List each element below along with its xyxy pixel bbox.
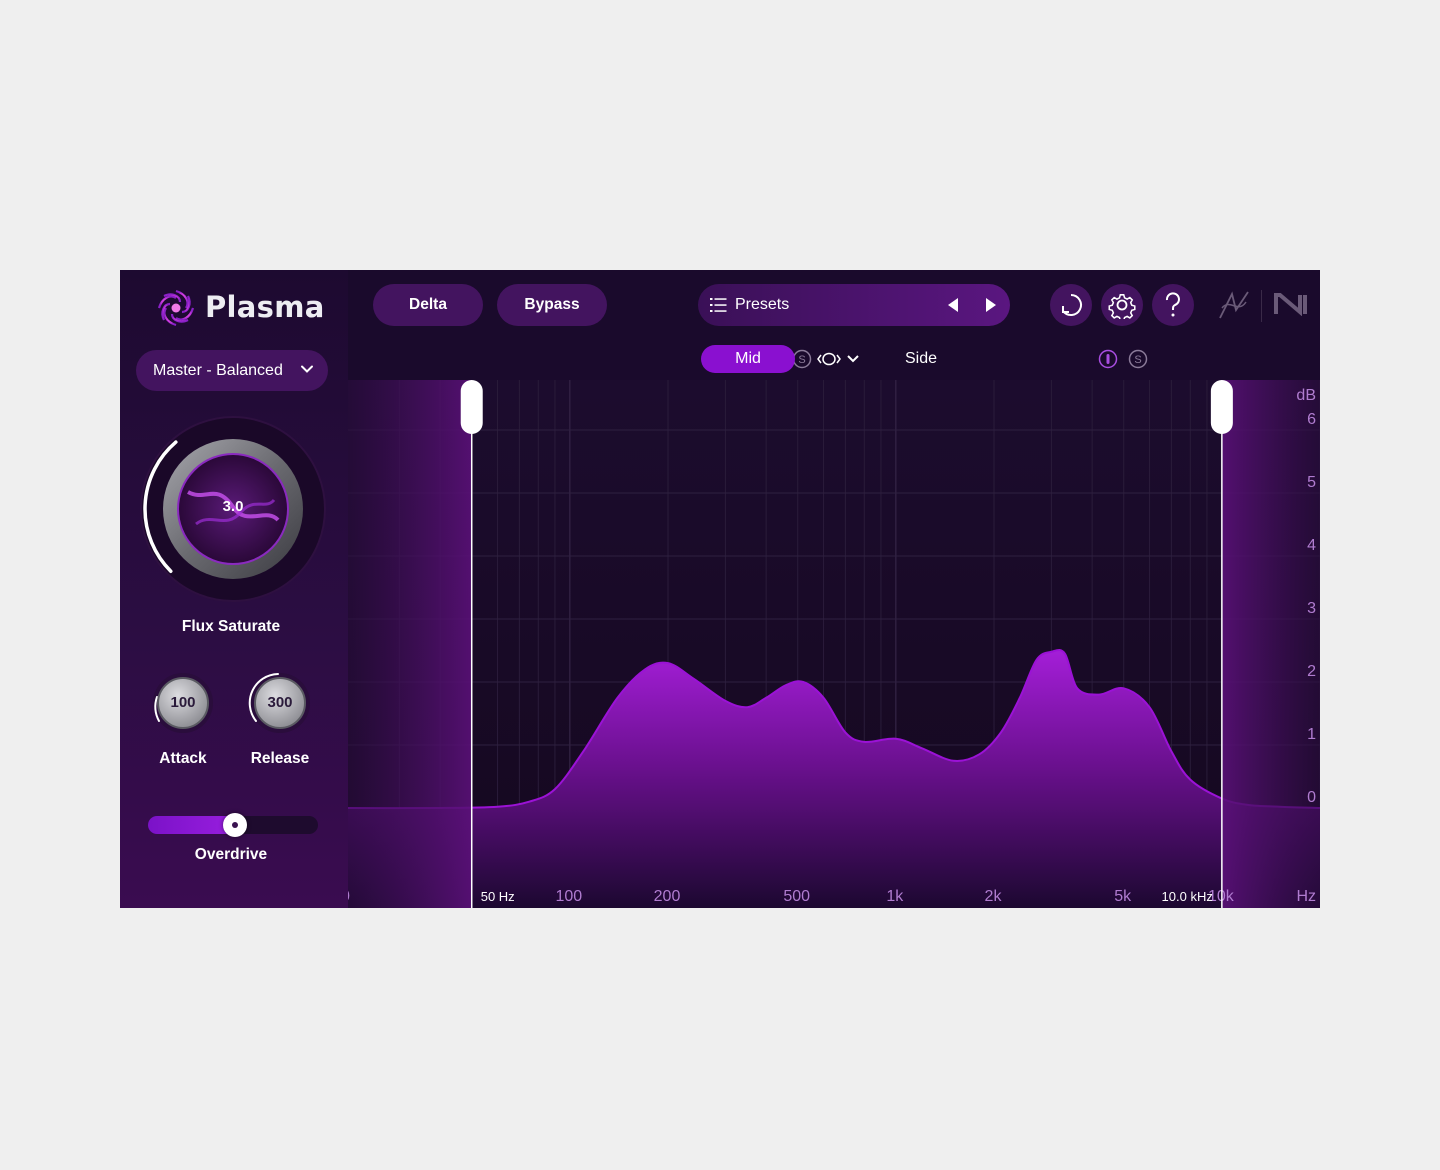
y-tick-label: 6 <box>1307 411 1316 428</box>
preset-select-label: Master - Balanced <box>153 361 283 379</box>
help-icon <box>1165 292 1180 317</box>
bypass-button[interactable]: Bypass <box>497 284 607 326</box>
x-tick-label: 20 <box>348 888 350 905</box>
x-tick-label: 200 <box>654 888 681 905</box>
attack-value: 100 <box>170 694 196 711</box>
sidebar: Plasma Master - Balanced 3.0 Flux Satura… <box>120 270 348 908</box>
x-tick-label: 2k <box>985 888 1003 905</box>
stereo-link-icon[interactable] <box>816 350 864 368</box>
logo-divider <box>1261 290 1262 322</box>
flux-saturate-label: Flux Saturate <box>181 618 281 635</box>
settings-button[interactable] <box>1101 284 1143 326</box>
presets-label: Presets <box>735 296 790 313</box>
overdrive-slider[interactable] <box>148 813 318 837</box>
release-value: 300 <box>267 694 293 711</box>
x-unit-label: Hz <box>1296 888 1316 905</box>
cut-handle[interactable] <box>1210 380 1233 434</box>
overdrive-slider-thumb[interactable] <box>223 813 247 837</box>
plasma-logo-icon <box>157 289 195 327</box>
mid-tab[interactable]: Mid <box>701 345 795 373</box>
cut-handle[interactable] <box>460 380 483 434</box>
x-tick-label: 100 <box>556 888 583 905</box>
izotope-logo-icon <box>1219 291 1249 319</box>
ni-logo-icon <box>1274 293 1307 316</box>
y-tick-label: 3 <box>1307 600 1316 617</box>
delta-button[interactable]: Delta <box>373 284 483 326</box>
side-solo-button[interactable]: S <box>1128 349 1148 369</box>
plasma-plugin-window: Plasma Master - Balanced 3.0 Flux Satura… <box>120 270 1320 908</box>
flux-saturate-value: 3.0 <box>222 498 244 515</box>
overdrive-label: Overdrive <box>194 846 268 863</box>
attack-label: Attack <box>159 750 207 767</box>
gear-icon <box>1108 294 1136 319</box>
side-solo-label: S <box>1134 354 1141 366</box>
x-tick-label: 1k <box>886 888 904 905</box>
side-tab[interactable]: Side <box>905 350 937 368</box>
presets-bar[interactable]: Presets <box>698 284 1010 326</box>
undo-icon <box>1062 294 1082 316</box>
flux-saturate-knob[interactable]: 3.0 <box>136 412 330 606</box>
list-icon <box>710 298 727 312</box>
chevron-down-icon <box>301 365 313 373</box>
help-button[interactable] <box>1152 284 1194 326</box>
high-cut-region <box>1221 380 1320 908</box>
preset-select[interactable]: Master - Balanced <box>136 350 328 391</box>
low-cut-region <box>348 380 472 908</box>
y-unit-label: dB <box>1296 387 1316 404</box>
attack-knob[interactable]: 100 <box>151 671 215 735</box>
release-knob[interactable]: 300 <box>248 671 312 735</box>
x-tick-label: 5k <box>1114 888 1132 905</box>
y-tick-label: 0 <box>1307 789 1316 806</box>
mid-solo-label: S <box>798 354 805 366</box>
previous-preset-icon[interactable] <box>944 296 962 314</box>
top-toolbar: Delta Bypass Presets S Mid Side S <box>348 270 1320 380</box>
y-tick-label: 2 <box>1307 663 1316 680</box>
y-tick-label: 1 <box>1307 726 1316 743</box>
app-title: Plasma <box>205 290 325 324</box>
spectrum-graph[interactable]: 201002005001k2k5k10kHzdB6543210 50 Hz10.… <box>348 380 1320 908</box>
release-label: Release <box>250 750 310 767</box>
next-preset-icon[interactable] <box>982 296 1000 314</box>
x-tick-label: 500 <box>783 888 810 905</box>
cut-frequency-label: 50 Hz <box>481 889 515 904</box>
side-link-icon[interactable] <box>1098 349 1118 369</box>
undo-history-button[interactable] <box>1050 284 1092 326</box>
y-tick-label: 4 <box>1307 537 1316 554</box>
y-tick-label: 5 <box>1307 474 1316 491</box>
mid-solo-button[interactable]: S <box>792 349 812 369</box>
cut-frequency-label: 10.0 kHz <box>1162 889 1213 904</box>
